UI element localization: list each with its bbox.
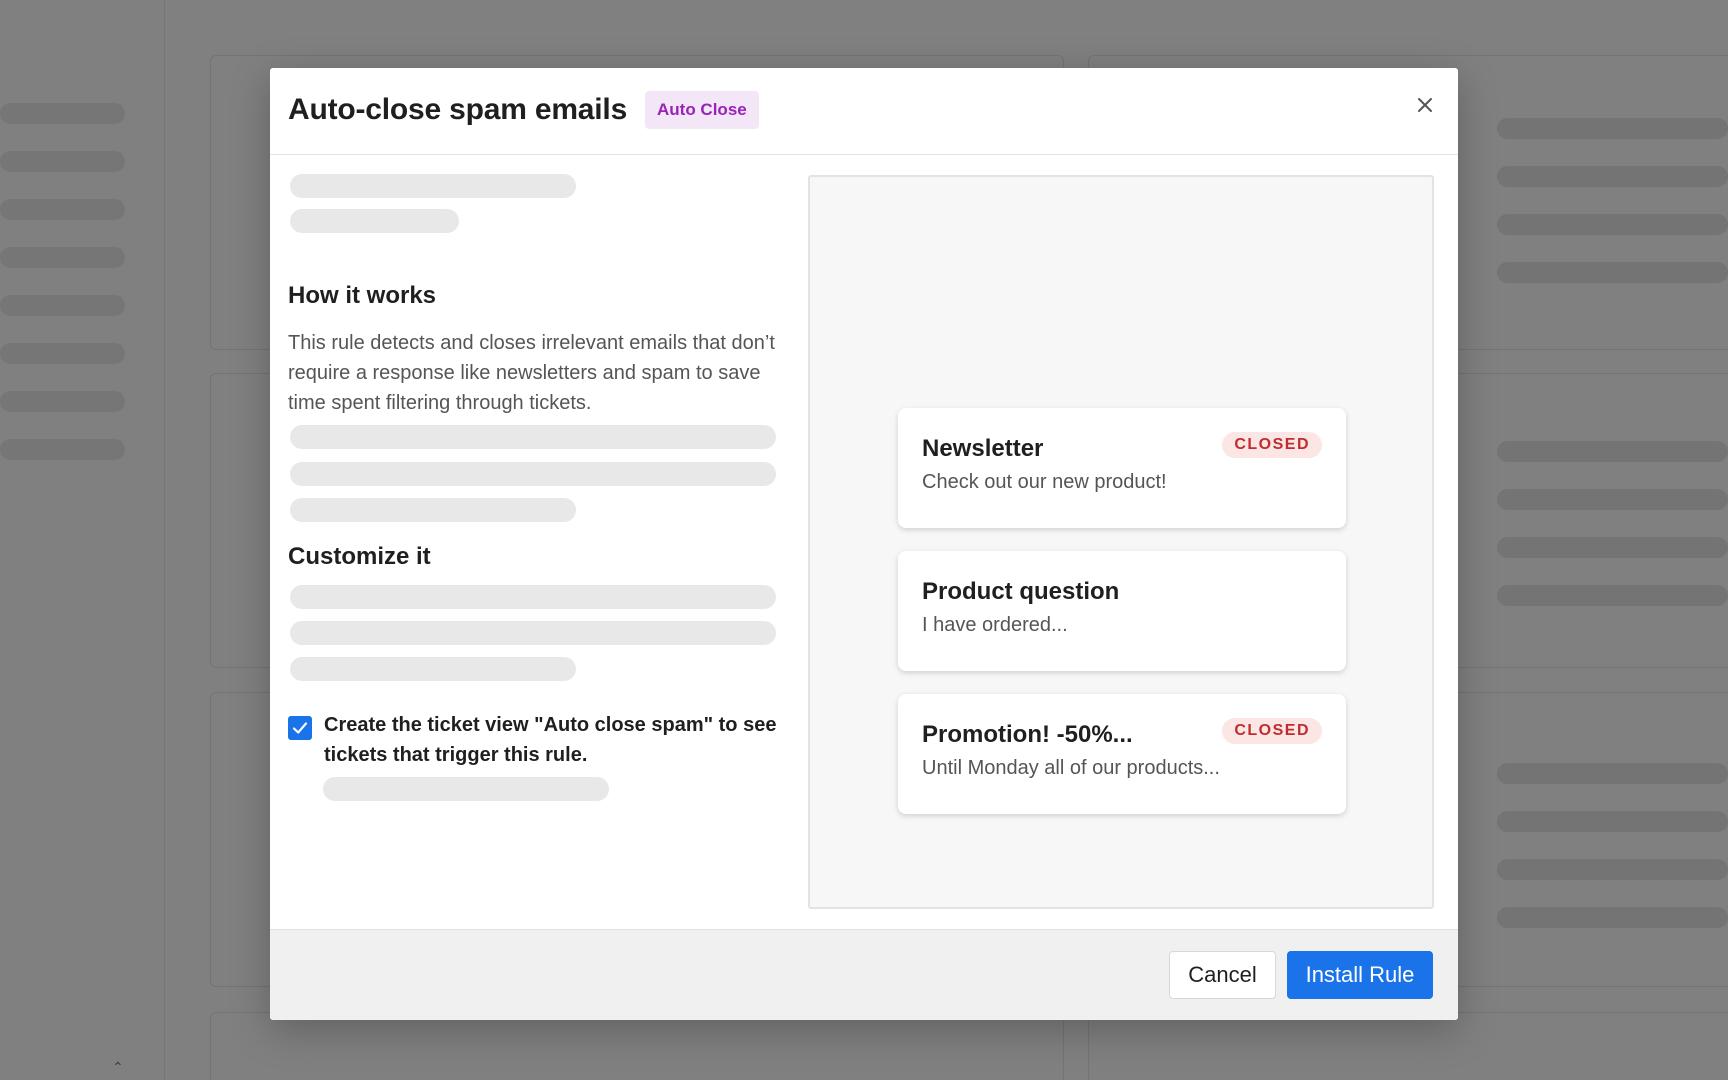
background-placeholder: [1497, 166, 1728, 187]
background-placeholder: [1497, 118, 1728, 139]
ticket-card: Product question I have ordered...: [898, 551, 1346, 671]
rule-type-tag: Auto Close: [645, 91, 759, 129]
preview-panel: Newsletter Check out our new product! CL…: [808, 175, 1434, 909]
close-button[interactable]: [1410, 90, 1440, 120]
ticket-card: Newsletter Check out our new product! CL…: [898, 408, 1346, 528]
loading-placeholder: [290, 585, 776, 609]
closed-badge: CLOSED: [1222, 718, 1322, 744]
loading-placeholder: [290, 621, 776, 645]
background-placeholder: [1497, 811, 1728, 832]
sidebar-placeholder: [0, 295, 125, 316]
sidebar-placeholder: [0, 391, 125, 412]
rule-modal: Auto-close spam emails Auto Close How it…: [270, 68, 1458, 1020]
create-view-label[interactable]: Create the ticket view "Auto close spam"…: [324, 710, 778, 770]
loading-placeholder: [290, 462, 776, 486]
loading-placeholder: [290, 174, 576, 198]
background-card: [1088, 1012, 1728, 1080]
cancel-button[interactable]: Cancel: [1169, 951, 1276, 999]
background-placeholder: [1497, 441, 1728, 462]
ticket-title: Promotion! -50%...: [922, 721, 1133, 748]
background-placeholder: [1497, 907, 1728, 928]
chevron-up-icon: ⌃: [112, 1059, 124, 1075]
create-view-checkbox[interactable]: [288, 716, 312, 740]
ticket-title: Newsletter: [922, 435, 1044, 462]
ticket-snippet: I have ordered...: [922, 614, 1068, 636]
loading-placeholder: [323, 777, 609, 801]
background-placeholder: [1497, 585, 1728, 606]
background-card: [210, 1012, 1064, 1080]
sidebar-placeholder: [0, 103, 125, 124]
background-placeholder: [1497, 262, 1728, 283]
loading-placeholder: [290, 498, 576, 522]
how-it-works-description: This rule detects and closes irrelevant …: [288, 332, 775, 414]
modal-title: Auto-close spam emails: [288, 93, 628, 126]
sidebar-placeholder: [0, 151, 125, 172]
ticket-snippet: Check out our new product!: [922, 471, 1167, 493]
ticket-snippet: Until Monday all of our products...: [922, 757, 1220, 779]
closed-badge: CLOSED: [1222, 432, 1322, 458]
background-placeholder: [1497, 763, 1728, 784]
loading-placeholder: [290, 425, 776, 449]
ticket-title: Product question: [922, 578, 1120, 605]
check-icon: [292, 722, 308, 734]
close-icon: [1418, 98, 1432, 112]
sidebar-placeholder: [0, 247, 125, 268]
modal-footer: Cancel Install Rule: [270, 929, 1458, 1020]
loading-placeholder: [290, 209, 459, 233]
install-rule-button[interactable]: Install Rule: [1287, 951, 1433, 999]
background-placeholder: [1497, 214, 1728, 235]
ticket-card: Promotion! -50%... Until Monday all of o…: [898, 694, 1346, 814]
loading-placeholder: [290, 657, 576, 681]
how-it-works-heading: How it works: [288, 282, 437, 309]
sidebar-placeholder: [0, 199, 125, 220]
background-placeholder: [1497, 859, 1728, 880]
sidebar-placeholder: [0, 439, 125, 460]
background-placeholder: [1497, 537, 1728, 558]
background-placeholder: [1497, 489, 1728, 510]
sidebar-placeholder: [0, 343, 125, 364]
customize-heading: Customize it: [288, 543, 431, 570]
modal-header: Auto-close spam emails Auto Close: [270, 68, 1458, 155]
background-sidebar: ⌃: [0, 0, 165, 1080]
